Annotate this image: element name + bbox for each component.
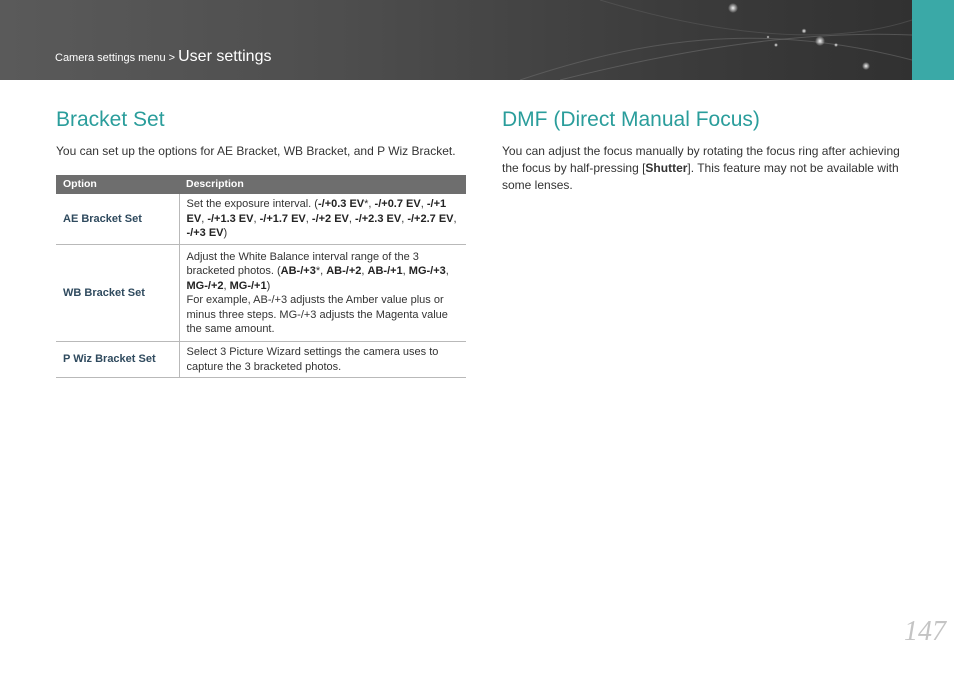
text-run: Select 3 Picture Wizard settings the cam…	[186, 346, 439, 373]
table-row: AE Bracket Set Set the exposure interval…	[56, 193, 466, 245]
bold-text-run: -/+2.3 EV	[355, 212, 402, 225]
table-row: P Wiz Bracket Set Select 3 Picture Wizar…	[56, 341, 466, 378]
breadcrumb-current: User settings	[178, 48, 272, 65]
dmf-body: You can adjust the focus manually by rot…	[502, 143, 900, 194]
wb-bracket-description-main: Adjust the White Balance interval range …	[187, 250, 460, 294]
option-ae-bracket-set: AE Bracket Set	[56, 193, 180, 245]
bracket-options-table: Option Description AE Bracket Set Set th…	[56, 175, 466, 378]
text-run: *,	[315, 265, 327, 277]
table-header-description: Description	[179, 175, 466, 194]
breadcrumb: Camera settings menu > User settings	[55, 48, 271, 66]
text-run: *,	[364, 198, 375, 210]
option-p-wiz-bracket-set: P Wiz Bracket Set	[56, 341, 180, 378]
option-wb-bracket-set: WB Bracket Set	[56, 244, 180, 342]
dmf-title: DMF (Direct Manual Focus)	[502, 108, 760, 131]
bold-text-run: -/+3 EV	[186, 227, 224, 239]
bold-text-run: Shutter	[645, 161, 688, 175]
page-number: 147	[904, 616, 946, 647]
description-ae-bracket-set: Set the exposure interval. (-/+0.3 EV*, …	[179, 193, 466, 245]
breadcrumb-parent: Camera settings menu	[55, 52, 166, 64]
bold-text-run: MG-/+1	[229, 279, 267, 292]
table-row: WB Bracket Set Adjust the White Balance …	[56, 244, 466, 342]
wb-bracket-description-note: For example, AB-/+3 adjusts the Amber va…	[186, 294, 448, 335]
bold-text-run: -/+1.3 EV	[207, 212, 254, 225]
text-run: ,	[453, 212, 457, 225]
description-p-wiz-bracket-set: Select 3 Picture Wizard settings the cam…	[179, 341, 466, 378]
bold-text-run: MG-/+2	[186, 279, 224, 292]
text-run: ,	[445, 265, 449, 277]
bracket-set-title: Bracket Set	[56, 108, 165, 131]
text-run: )	[266, 279, 271, 292]
breadcrumb-separator: >	[168, 52, 176, 64]
header-accent-tab	[912, 0, 954, 80]
bold-text-run: -/+2 EV	[311, 212, 349, 225]
bold-text-run: AB-/+3	[280, 265, 316, 277]
bold-text-run: MG-/+3	[408, 265, 446, 277]
bold-text-run: -/+0.3 EV	[317, 198, 365, 210]
bold-text-run: -/+2.7 EV	[407, 212, 454, 225]
table-header-option: Option	[56, 175, 179, 194]
header-sparkle-decoration	[519, 0, 913, 80]
bold-text-run: -/+1.7 EV	[259, 212, 306, 225]
table-header-row: Option Description	[56, 175, 466, 194]
text-run: )	[223, 227, 228, 239]
bold-text-run: AB-/+2	[326, 265, 362, 277]
bracket-set-intro: You can set up the options for AE Bracke…	[56, 144, 456, 158]
description-wb-bracket-set: Adjust the White Balance interval range …	[179, 244, 466, 342]
text-run: Set the exposure interval. (	[186, 198, 318, 210]
bold-text-run: AB-/+1	[367, 265, 403, 277]
page-header: Camera settings menu > User settings	[0, 0, 954, 80]
bold-text-run: -/+0.7 EV	[374, 198, 421, 210]
